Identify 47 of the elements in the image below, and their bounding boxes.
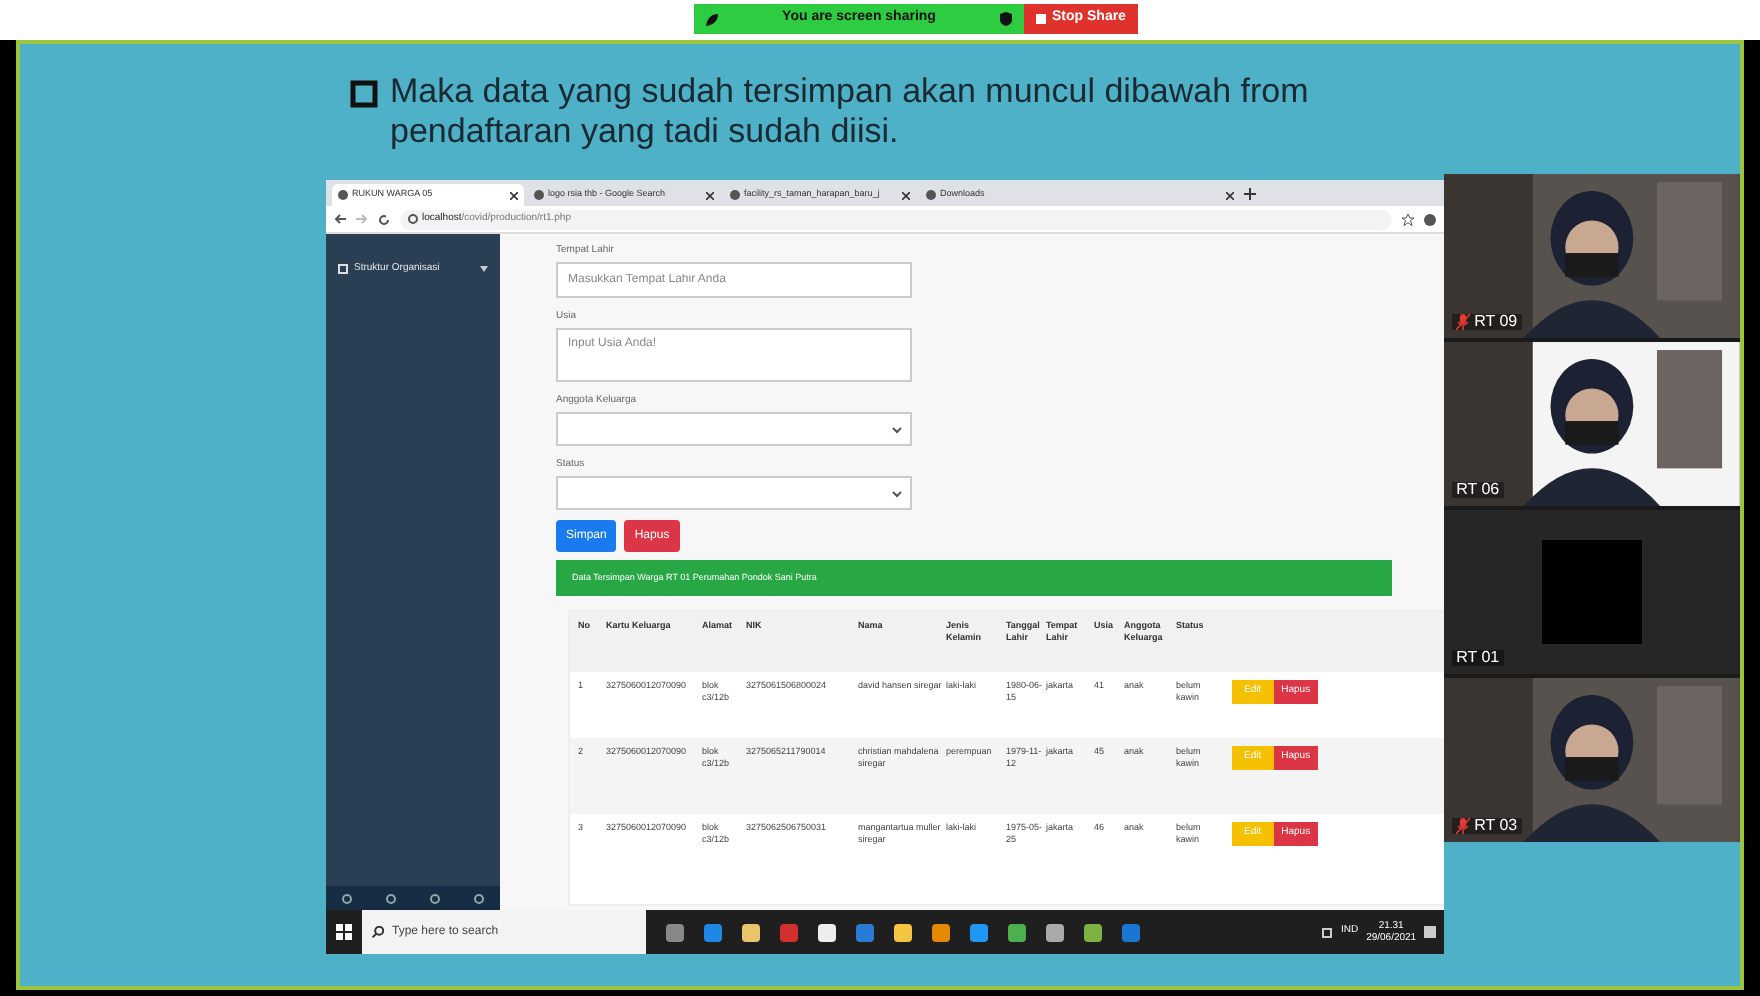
footer-icon[interactable] xyxy=(429,893,440,903)
select-field[interactable] xyxy=(556,476,912,510)
video-off-placeholder xyxy=(1542,540,1643,644)
participant-name: RT 03 xyxy=(1474,818,1518,834)
checkbox-bullet-icon xyxy=(350,80,378,108)
taskbar-app-icon[interactable] xyxy=(894,923,912,941)
taskbar-app-icon[interactable] xyxy=(742,923,760,941)
participant-name: RT 01 xyxy=(1456,650,1500,666)
profile-icon[interactable] xyxy=(1424,213,1437,225)
taskbar-app-icon[interactable] xyxy=(1046,923,1064,941)
notification-icon[interactable] xyxy=(1424,926,1437,938)
info-icon xyxy=(408,214,418,224)
footer-icon[interactable] xyxy=(473,893,484,903)
slide-bullet-text: Maka data yang sudah tersimpan akan muncul dibawah from pendaftaran yang tadi sudah diisi. xyxy=(390,72,1311,152)
windows-logo-icon[interactable] xyxy=(336,924,352,940)
muted-microphone-icon xyxy=(1456,314,1471,330)
taskbar-app-icon[interactable] xyxy=(932,923,950,941)
select-field[interactable] xyxy=(556,412,912,446)
taskbar-app-icon[interactable] xyxy=(1008,923,1026,941)
close-icon xyxy=(706,191,714,199)
chevron-down-icon xyxy=(892,425,902,433)
close-icon xyxy=(1226,191,1234,199)
tab-favicon-icon xyxy=(926,190,936,200)
tab-favicon-icon xyxy=(534,190,544,200)
tab-favicon-icon xyxy=(730,190,740,200)
stop-icon xyxy=(1036,14,1046,24)
shield-icon xyxy=(1000,12,1012,26)
caret-icon xyxy=(480,266,488,273)
tray-icon[interactable] xyxy=(1322,927,1333,937)
footer-icon[interactable] xyxy=(342,893,353,903)
participant-name: RT 09 xyxy=(1474,314,1518,330)
search-icon xyxy=(372,926,384,938)
tab-favicon-icon xyxy=(338,190,348,200)
close-icon xyxy=(902,191,910,199)
leaf-icon xyxy=(706,13,718,25)
muted-microphone-icon xyxy=(1456,818,1471,834)
chevron-down-icon xyxy=(892,489,902,497)
star-icon[interactable] xyxy=(1402,213,1415,225)
taskbar-app-icon[interactable] xyxy=(818,923,836,941)
footer-icon[interactable] xyxy=(386,893,397,903)
taskbar-app-icon[interactable] xyxy=(1084,923,1102,941)
close-icon xyxy=(510,191,518,199)
participant-name: RT 06 xyxy=(1456,482,1500,498)
reload-icon[interactable] xyxy=(378,213,390,225)
new-tab-icon[interactable] xyxy=(1244,188,1256,200)
grid-icon xyxy=(338,264,348,275)
back-icon[interactable] xyxy=(334,214,346,224)
